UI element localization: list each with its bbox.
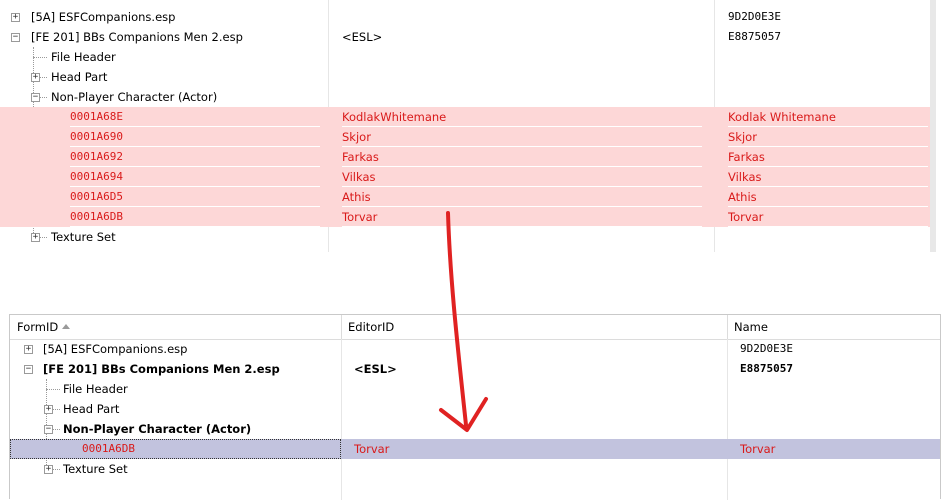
arrow-shaft	[446, 211, 468, 427]
annotation-arrow	[439, 211, 488, 432]
